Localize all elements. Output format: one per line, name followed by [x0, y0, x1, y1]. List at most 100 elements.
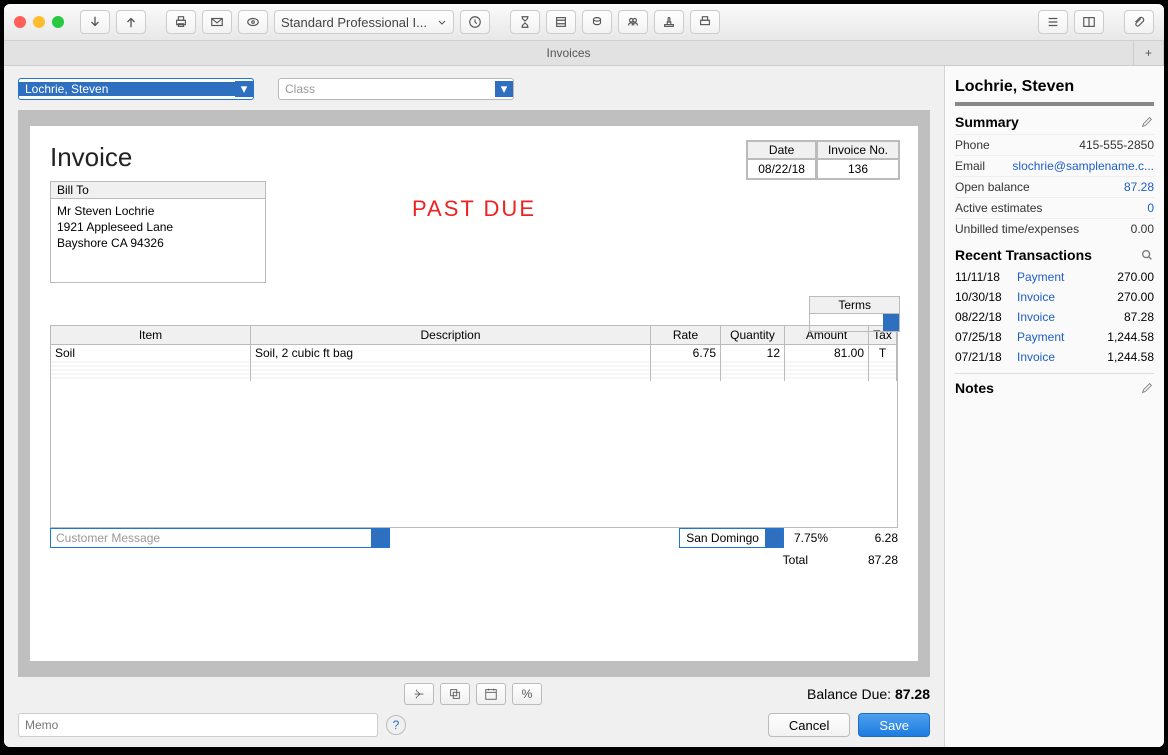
help-button[interactable]: ? [386, 715, 406, 735]
tax-select[interactable]: San Domingo [679, 528, 784, 548]
tax-amount: 6.28 [838, 531, 898, 545]
phone-label: Phone [955, 138, 1079, 152]
view-split-button[interactable] [1074, 10, 1104, 34]
main-toolbar: Standard Professional I... [4, 4, 1164, 41]
active-est-value[interactable]: 0 [1147, 201, 1154, 215]
date-box: Date 08/22/18 [746, 140, 817, 180]
customer-value: Lochrie, Steven [19, 82, 235, 96]
recent-heading: Recent Transactions [955, 247, 1092, 263]
unbilled-label: Unbilled time/expenses [955, 222, 1131, 236]
email-button[interactable] [202, 10, 232, 34]
file-button[interactable] [546, 10, 576, 34]
phone-value: 415-555-2850 [1079, 138, 1154, 152]
tax-rate: 7.75% [794, 531, 828, 545]
close-window-icon[interactable] [14, 16, 26, 28]
save-button[interactable]: Save [858, 713, 930, 737]
stamp-button[interactable] [654, 10, 684, 34]
pencil-icon[interactable] [1140, 381, 1154, 395]
hourglass-button[interactable] [510, 10, 540, 34]
transaction-row: 11/11/18Payment270.00 [955, 267, 1154, 287]
billto-box: Bill To Mr Steven Lochrie 1921 Appleseed… [50, 181, 266, 283]
invoiceno-box: Invoice No. 136 [816, 140, 900, 180]
memo-field[interactable] [18, 713, 378, 737]
table-row[interactable] [51, 379, 897, 381]
billto-label: Bill To [51, 182, 265, 199]
email-label: Email [955, 159, 1012, 173]
window-controls [14, 16, 64, 28]
terms-select[interactable] [809, 314, 900, 332]
transaction-link[interactable]: Invoice [1017, 350, 1094, 364]
col-rate: Rate [651, 326, 721, 345]
billto-address[interactable]: Mr Steven Lochrie 1921 Appleseed Lane Ba… [51, 199, 265, 282]
tax-name: San Domingo [680, 531, 765, 545]
preview-button[interactable] [238, 10, 268, 34]
col-item: Item [51, 326, 251, 345]
invoice-form: Invoice Date 08/22/18 Invoice No. 136 Bi… [30, 126, 918, 661]
unbilled-value: 0.00 [1131, 222, 1154, 236]
attachment-button[interactable] [1124, 10, 1154, 34]
chevron-down-icon [437, 17, 447, 27]
pending-button[interactable] [460, 10, 490, 34]
chevron-down-icon [883, 314, 899, 331]
customer-message-select[interactable]: Customer Message [50, 528, 390, 548]
invoiceno-field[interactable]: 136 [817, 159, 899, 179]
col-quantity: Quantity [721, 326, 785, 345]
transaction-row: 08/22/18Invoice87.28 [955, 307, 1154, 327]
customer-select[interactable]: Lochrie, Steven ▾ [18, 78, 254, 100]
customer-panel: Lochrie, Steven Summary Phone415-555-285… [944, 66, 1164, 747]
active-est-label: Active estimates [955, 201, 1147, 215]
class-placeholder: Class [279, 82, 495, 96]
prev-button[interactable] [80, 10, 110, 34]
template-select[interactable]: Standard Professional I... [274, 10, 454, 34]
view-list-button[interactable] [1038, 10, 1068, 34]
total-label: Total [783, 553, 808, 567]
search-icon[interactable] [1140, 248, 1154, 262]
customer-name: Lochrie, Steven [955, 78, 1154, 96]
chevron-down-icon: ▾ [495, 81, 513, 97]
copy-button[interactable] [440, 683, 470, 705]
transaction-row: 07/21/18Invoice1,244.58 [955, 347, 1154, 367]
customers-button[interactable] [618, 10, 648, 34]
table-row[interactable]: Soil Soil, 2 cubic ft bag 6.75 12 81.00 … [51, 345, 897, 361]
transaction-link[interactable]: Payment [1017, 330, 1094, 344]
total-value: 87.28 [838, 553, 898, 567]
summary-heading: Summary [955, 114, 1019, 130]
date-label: Date [747, 141, 816, 159]
next-button[interactable] [116, 10, 146, 34]
minimize-window-icon[interactable] [33, 16, 45, 28]
terms-label: Terms [809, 296, 900, 314]
date-field[interactable]: 08/22/18 [747, 159, 816, 179]
tab-bar: Invoices + [4, 41, 1164, 66]
calendar-button[interactable] [476, 683, 506, 705]
openbal-label: Open balance [955, 180, 1124, 194]
cancel-button[interactable]: Cancel [768, 713, 850, 737]
transaction-row: 07/25/18Payment1,244.58 [955, 327, 1154, 347]
grid-header: Item Description Rate Quantity Amount Ta… [51, 326, 897, 345]
balance-label: Balance Due: [807, 686, 891, 702]
zoom-window-icon[interactable] [52, 16, 64, 28]
printer2-button[interactable] [690, 10, 720, 34]
notes-heading: Notes [955, 380, 994, 396]
pencil-icon[interactable] [1140, 115, 1154, 129]
transaction-link[interactable]: Invoice [1017, 310, 1094, 324]
class-select[interactable]: Class ▾ [278, 78, 514, 100]
chevron-down-icon [371, 529, 389, 547]
balance-value: 87.28 [895, 686, 930, 702]
split-button[interactable] [404, 683, 434, 705]
new-tab-button[interactable]: + [1134, 41, 1164, 65]
openbal-value[interactable]: 87.28 [1124, 180, 1154, 194]
transaction-row: 10/30/18Invoice270.00 [955, 287, 1154, 307]
transaction-link[interactable]: Payment [1017, 270, 1094, 284]
payment-button[interactable] [582, 10, 612, 34]
past-due-stamp: PAST DUE [412, 196, 536, 222]
percent-button[interactable]: % [512, 683, 542, 705]
chevron-down-icon [765, 529, 783, 547]
tab-invoices[interactable]: Invoices [4, 41, 1134, 65]
terms-box: Terms [809, 296, 900, 332]
print-button[interactable] [166, 10, 196, 34]
chevron-down-icon: ▾ [235, 81, 253, 97]
col-description: Description [251, 326, 651, 345]
email-value[interactable]: slochrie@samplename.c... [1012, 159, 1154, 173]
transaction-link[interactable]: Invoice [1017, 290, 1094, 304]
invoiceno-label: Invoice No. [817, 141, 899, 159]
